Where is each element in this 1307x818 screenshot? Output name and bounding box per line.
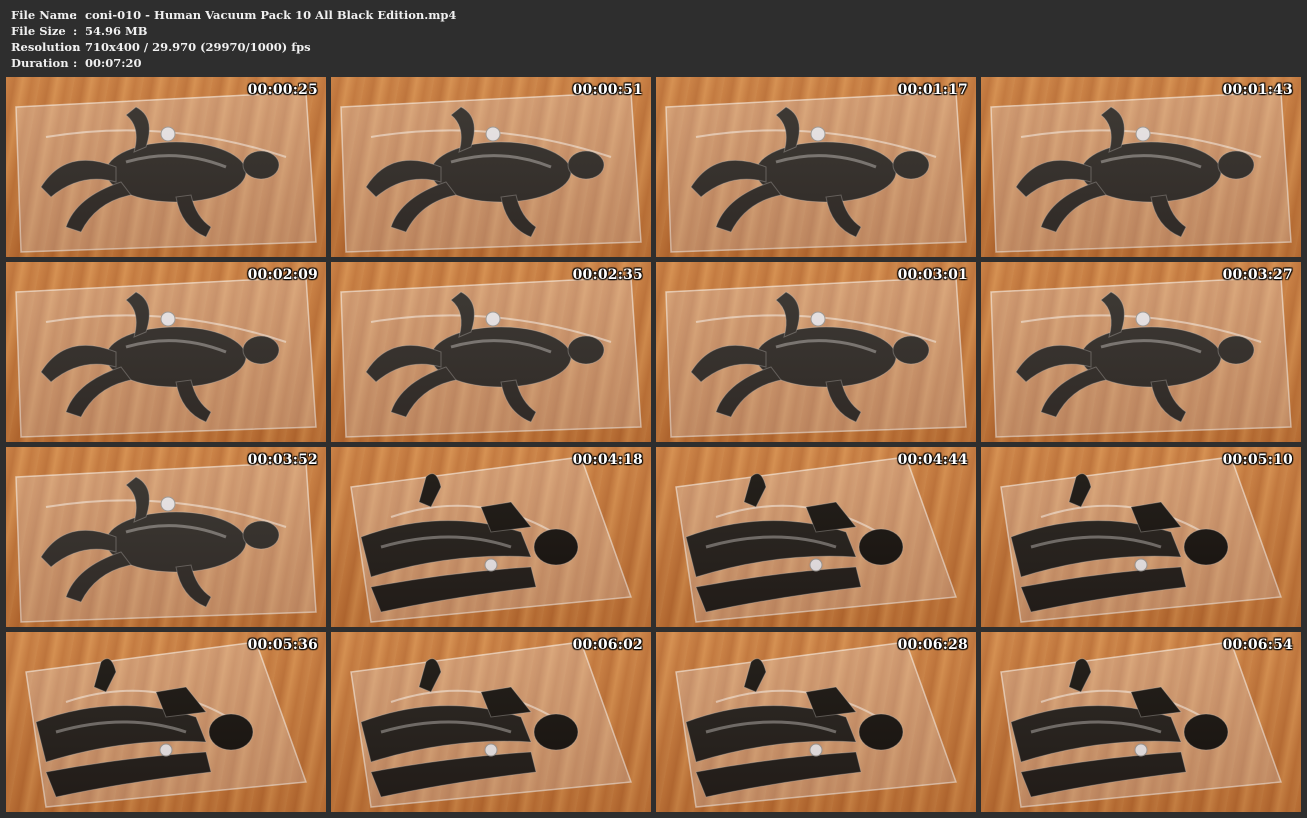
thumbnail-frame[interactable]: 00:00:51 bbox=[331, 77, 651, 257]
frame-timestamp: 00:06:02 bbox=[572, 637, 643, 653]
thumbnail-frame[interactable]: 00:06:02 bbox=[331, 632, 651, 812]
thumbnail-frame[interactable]: 00:02:35 bbox=[331, 262, 651, 442]
info-row-file-name: File Name : coni-010 - Human Vacuum Pack… bbox=[11, 7, 456, 23]
frame-image bbox=[340, 91, 642, 253]
frame-image bbox=[15, 461, 317, 623]
frame-timestamp: 00:03:27 bbox=[1222, 267, 1293, 283]
thumbnail-frame[interactable]: 00:03:27 bbox=[981, 262, 1301, 442]
info-key: File Name bbox=[11, 8, 77, 22]
thumbnail-frame[interactable]: 00:02:09 bbox=[6, 262, 326, 442]
file-info-header: File Name : coni-010 - Human Vacuum Pack… bbox=[11, 7, 456, 71]
info-value: 710x400 / 29.970 (29970/1000) fps bbox=[85, 40, 311, 54]
frame-timestamp: 00:05:36 bbox=[247, 637, 318, 653]
thumbnail-frame[interactable]: 00:04:44 bbox=[656, 447, 976, 627]
frame-image bbox=[350, 456, 633, 623]
frame-image bbox=[675, 456, 958, 623]
frame-timestamp: 00:00:25 bbox=[247, 82, 318, 98]
frame-image bbox=[990, 276, 1292, 438]
frame-timestamp: 00:01:17 bbox=[897, 82, 968, 98]
thumbnail-frame[interactable]: 00:06:28 bbox=[656, 632, 976, 812]
thumbnail-frame[interactable]: 00:01:43 bbox=[981, 77, 1301, 257]
info-key: Resolution bbox=[11, 40, 81, 54]
thumbnail-frame[interactable]: 00:01:17 bbox=[656, 77, 976, 257]
frame-timestamp: 00:03:01 bbox=[897, 267, 968, 283]
info-value: coni-010 - Human Vacuum Pack 10 All Blac… bbox=[85, 8, 457, 22]
info-value: 00:07:20 bbox=[85, 56, 142, 70]
info-row-resolution: Resolution : 710x400 / 29.970 (29970/100… bbox=[11, 39, 456, 55]
frame-image bbox=[15, 91, 317, 253]
info-row-file-size: File Size : 54.96 MB bbox=[11, 23, 456, 39]
frame-timestamp: 00:03:52 bbox=[247, 452, 318, 468]
frame-image bbox=[675, 641, 958, 808]
thumbnail-grid: 00:00:25 00:00:51 00:01:17 00:01:43 00:0… bbox=[6, 77, 1302, 812]
thumbnail-frame[interactable]: 00:06:54 bbox=[981, 632, 1301, 812]
info-separator: : bbox=[73, 24, 78, 38]
thumbnail-frame[interactable]: 00:05:36 bbox=[6, 632, 326, 812]
frame-image bbox=[1000, 456, 1283, 623]
thumbnail-frame[interactable]: 00:03:01 bbox=[656, 262, 976, 442]
frame-timestamp: 00:01:43 bbox=[1222, 82, 1293, 98]
thumbnail-frame[interactable]: 00:03:52 bbox=[6, 447, 326, 627]
frame-timestamp: 00:04:18 bbox=[572, 452, 643, 468]
info-value: 54.96 MB bbox=[85, 24, 148, 38]
frame-image bbox=[665, 276, 967, 438]
frame-image bbox=[350, 641, 633, 808]
frame-timestamp: 00:02:35 bbox=[572, 267, 643, 283]
info-key: File Size bbox=[11, 24, 66, 38]
frame-image bbox=[665, 91, 967, 253]
thumbnail-frame[interactable]: 00:05:10 bbox=[981, 447, 1301, 627]
thumbnail-frame[interactable]: 00:04:18 bbox=[331, 447, 651, 627]
thumbnail-frame[interactable]: 00:00:25 bbox=[6, 77, 326, 257]
frame-timestamp: 00:00:51 bbox=[572, 82, 643, 98]
frame-image bbox=[25, 641, 308, 808]
frame-image bbox=[990, 91, 1292, 253]
info-separator: : bbox=[73, 40, 78, 54]
frame-image bbox=[340, 276, 642, 438]
info-separator: : bbox=[73, 8, 78, 22]
info-row-duration: Duration : 00:07:20 bbox=[11, 55, 456, 71]
frame-timestamp: 00:05:10 bbox=[1222, 452, 1293, 468]
info-separator: : bbox=[73, 56, 78, 70]
frame-timestamp: 00:06:28 bbox=[897, 637, 968, 653]
frame-timestamp: 00:04:44 bbox=[897, 452, 968, 468]
frame-timestamp: 00:02:09 bbox=[247, 267, 318, 283]
frame-image bbox=[15, 276, 317, 438]
frame-image bbox=[1000, 641, 1283, 808]
info-key: Duration bbox=[11, 56, 69, 70]
frame-timestamp: 00:06:54 bbox=[1222, 637, 1293, 653]
